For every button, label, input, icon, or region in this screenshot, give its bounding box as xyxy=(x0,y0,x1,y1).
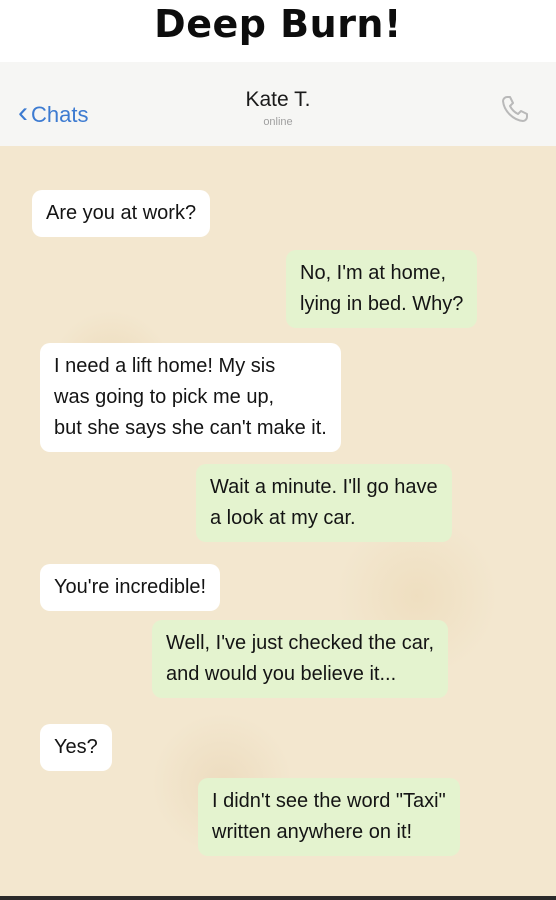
chat-area: Are you at work? No, I'm at home, lying … xyxy=(0,146,556,896)
message-bubble-outgoing: I didn't see the word "Taxi" written any… xyxy=(198,778,460,856)
message-bubble-outgoing: Wait a minute. I'll go have a look at my… xyxy=(196,464,452,542)
phone-icon xyxy=(502,96,528,122)
call-button[interactable] xyxy=(498,92,532,126)
message-bubble-incoming: You're incredible! xyxy=(40,564,221,611)
message-bubble-incoming: Yes? xyxy=(40,724,112,771)
message-bubble-incoming: Are you at work? xyxy=(32,190,211,237)
bottom-edge xyxy=(0,896,556,900)
contact-name: Kate T. xyxy=(245,88,311,111)
message-bubble-incoming: I need a lift home! My sis was going to … xyxy=(40,343,341,452)
contact-status: online xyxy=(263,116,293,128)
message-bubble-outgoing: Well, I've just checked the car, and wou… xyxy=(152,620,449,698)
meme-title: Deep Burn! xyxy=(154,2,402,46)
meme-banner: Deep Burn! xyxy=(0,0,556,62)
message-bubble-outgoing: No, I'm at home, lying in bed. Why? xyxy=(286,250,478,328)
chat-header: ‹ Chats Kate T. online xyxy=(0,62,556,146)
